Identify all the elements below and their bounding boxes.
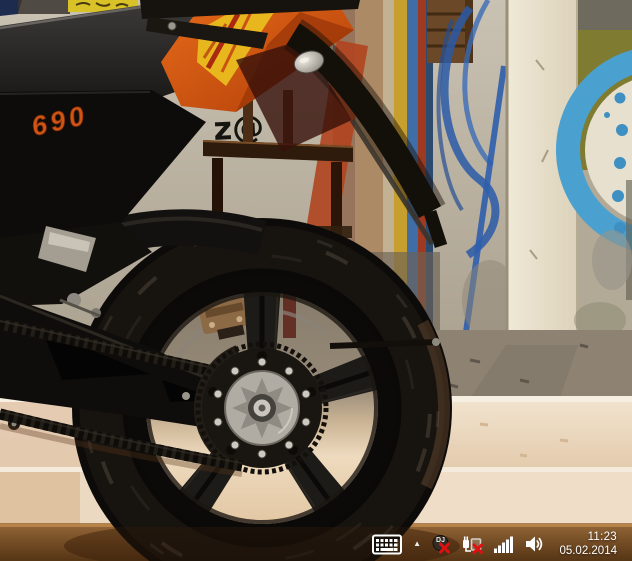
- system-tray: ▲ DJ 11:23 05.02.2014: [370, 527, 632, 561]
- touch-keyboard-button[interactable]: [370, 530, 404, 558]
- volume-icon: [526, 536, 543, 552]
- show-hidden-icons-button[interactable]: ▲: [411, 530, 423, 558]
- desktop-wallpaper: z@ 690: [0, 0, 632, 561]
- clock-time: 11:23: [587, 531, 617, 543]
- signal-strength-icon: [494, 536, 513, 553]
- keyboard-icon: [372, 534, 403, 554]
- network-disconnected-icon: [463, 536, 483, 554]
- signal-strength-button[interactable]: [492, 530, 516, 558]
- taskbar: ▲ DJ 11:23 05.02.2014: [0, 527, 632, 561]
- network-disconnected-button[interactable]: [460, 530, 485, 558]
- chevron-up-icon: ▲: [413, 539, 421, 548]
- taskbar-clock[interactable]: 11:23 05.02.2014: [553, 530, 619, 558]
- clock-date: 05.02.2014: [559, 545, 617, 557]
- tray-app-offline-button[interactable]: DJ: [430, 530, 453, 558]
- volume-button[interactable]: [523, 530, 546, 558]
- desktop: z@ 690 ▲ DJ 11:23 05.02.2014: [0, 0, 632, 561]
- tray-app-offline-icon: DJ: [432, 535, 450, 554]
